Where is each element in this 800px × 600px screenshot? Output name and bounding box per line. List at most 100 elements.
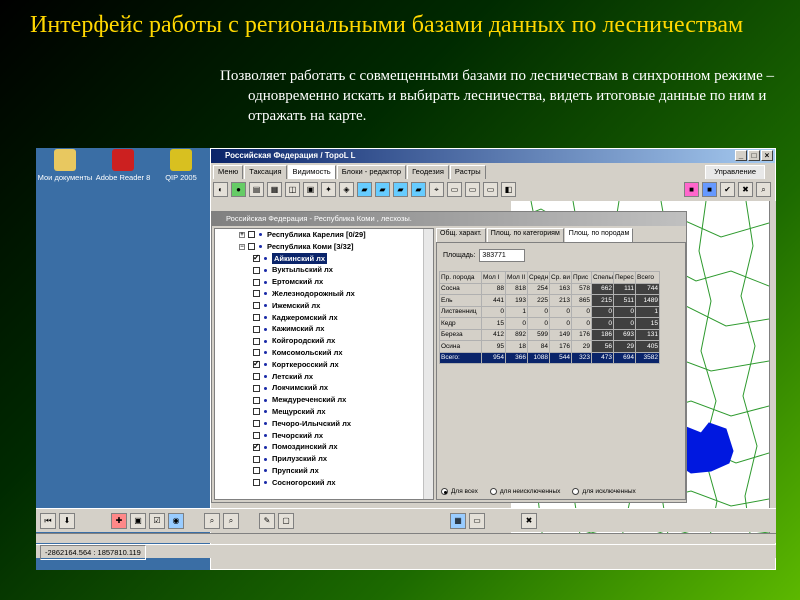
tool-icon[interactable]: ▤	[249, 181, 264, 197]
tree-item-checkbox[interactable]	[253, 467, 260, 475]
tool-icon[interactable]: ▢	[278, 512, 294, 529]
table-header[interactable]: Ср. ви	[549, 271, 572, 284]
tab-area-by-category[interactable]: Площ. по категориям	[486, 228, 564, 242]
minimize-button[interactable]: _	[735, 150, 747, 161]
tree-item[interactable]: Мещурский лх	[215, 406, 433, 418]
tree-item-checkbox[interactable]	[248, 231, 255, 239]
tool-icon[interactable]: ▭	[469, 512, 485, 529]
tool-icon[interactable]: ▦	[267, 181, 282, 197]
tree-item[interactable]: Ижемский лх	[215, 300, 433, 312]
tab-blocks-editor[interactable]: Блоки - редактор	[336, 165, 407, 179]
table-row[interactable]: Береза 412 892 599 149 176 186 693 131	[439, 328, 660, 341]
tree-item-checkbox[interactable]	[253, 479, 260, 487]
tool-icon[interactable]: ▭	[483, 181, 498, 197]
desktop-icon-adobe-reader[interactable]: Adobe Reader 8	[94, 148, 152, 198]
maximize-button[interactable]: □	[748, 150, 760, 161]
table-header[interactable]: Пр. порода	[439, 271, 482, 284]
tool-icon[interactable]: ◈	[339, 181, 354, 197]
forestry-tree[interactable]: + Республика Карелия [0/29] − Республика Ко…	[214, 228, 434, 500]
tree-item[interactable]: Локчимский лх	[215, 382, 433, 394]
table-row[interactable]: Сосна 88 818 254 163 578 662 111 744	[439, 282, 660, 295]
table-header[interactable]: Всего	[635, 271, 660, 284]
tree-item-checkbox[interactable]	[253, 420, 260, 428]
tree-item-checkbox[interactable]	[253, 325, 260, 333]
table-row[interactable]: Лиственниц 0 1 0 0 0 0 0 1	[439, 305, 660, 318]
tree-item-checkbox[interactable]	[253, 431, 260, 439]
tree-item-checkbox[interactable]	[253, 278, 260, 286]
tree-item[interactable]: Прупский лх	[215, 465, 433, 477]
tool-icon[interactable]: ▰	[375, 181, 390, 197]
table-header[interactable]: Перес	[613, 271, 636, 284]
tool-icon[interactable]: ◫	[285, 181, 300, 197]
tree-item[interactable]: Кажимский лх	[215, 323, 433, 335]
tree-item-checkbox[interactable]	[253, 290, 260, 298]
close-button[interactable]: ×	[761, 150, 773, 161]
tree-item[interactable]: Ертомский лх	[215, 276, 433, 288]
tool-icon[interactable]: ✦	[321, 181, 336, 197]
horizontal-scrollbar[interactable]	[36, 533, 776, 543]
tree-item[interactable]: Корткеросский лх	[215, 358, 433, 371]
tree-item[interactable]: Печоро-Илычский лх	[215, 418, 433, 430]
tree-item-checkbox[interactable]	[248, 243, 255, 251]
tool-icon[interactable]: ▰	[411, 181, 426, 197]
table-row[interactable]: Осина 95 18 84 176 29 56 29 405	[439, 340, 660, 353]
tool-icon[interactable]: ▣	[303, 181, 318, 197]
tool-icon[interactable]: ▭	[447, 181, 462, 197]
tree-item[interactable]: Прилузский лх	[215, 453, 433, 465]
tool-icon[interactable]: ■	[684, 181, 699, 197]
tool-icon[interactable]: ▭	[465, 181, 480, 197]
search-icon[interactable]: ⌕	[756, 181, 771, 197]
tree-item-checkbox[interactable]	[253, 349, 260, 357]
tree-item[interactable]: Сосногорский лх	[215, 477, 433, 489]
main-window-titlebar[interactable]: Российская Федерация / TopoL L _ □ ×	[211, 149, 775, 163]
tree-item-checkbox[interactable]	[253, 384, 260, 392]
expand-toggle-icon[interactable]: +	[239, 231, 245, 238]
zoom-icon[interactable]: ⌕	[204, 512, 220, 529]
forestry-window-titlebar[interactable]: Российская Федерация - Республика Коми ,…	[212, 212, 686, 226]
tree-item-checkbox[interactable]	[253, 441, 260, 453]
check-icon[interactable]: ✔	[720, 181, 735, 197]
radio-all[interactable]: Для всех	[441, 488, 478, 495]
tree-item[interactable]: Междуреченский лх	[215, 394, 433, 406]
tree-item-checkbox[interactable]	[253, 313, 260, 321]
tree-item[interactable]: − Республика Коми [3/32]	[215, 241, 433, 253]
tree-item-checkbox[interactable]	[253, 372, 260, 380]
close-icon[interactable]: ✖	[521, 512, 537, 529]
desktop-icon-my-documents[interactable]: Мои документы	[36, 148, 94, 198]
grid-icon[interactable]: ▦	[450, 512, 466, 529]
tree-item[interactable]: Комсомольский лх	[215, 347, 433, 359]
tab-area-by-species[interactable]: Площ. по породам	[564, 228, 634, 242]
globe-icon[interactable]: ◉	[168, 512, 184, 529]
tab-general[interactable]: Общ. характ.	[436, 228, 486, 242]
tree-item-checkbox[interactable]	[253, 408, 260, 416]
tree-item-checkbox[interactable]	[253, 396, 260, 404]
map-vertical-scrollbar[interactable]	[769, 201, 776, 541]
tree-item-checkbox[interactable]	[253, 252, 260, 264]
close-icon[interactable]: ✖	[738, 181, 753, 197]
table-row[interactable]: Ель 441 193 225 213 865 215 511 1489	[439, 294, 660, 307]
down-arrow-icon[interactable]: ⬇	[59, 512, 75, 529]
tool-icon[interactable]: ⌖	[429, 181, 444, 197]
first-record-icon[interactable]: ⏮	[40, 512, 56, 529]
check-icon[interactable]: ☑	[149, 512, 165, 529]
tab-management[interactable]: Управление	[705, 165, 765, 179]
tree-item-checkbox[interactable]	[253, 358, 260, 370]
tab-taxation[interactable]: Таксация	[244, 165, 287, 179]
tool-icon[interactable]: ✚	[111, 512, 127, 529]
table-row[interactable]: Всего: 954 366 1088 544 323 473 694 3582	[439, 351, 660, 364]
expand-toggle-icon[interactable]: −	[239, 243, 245, 250]
tree-item[interactable]: Айкинский лх	[215, 252, 433, 265]
tree-item[interactable]: Вуктыльский лх	[215, 264, 433, 276]
tree-item[interactable]: Летский лх	[215, 371, 433, 383]
table-header[interactable]: Мол I	[481, 271, 506, 284]
tree-item-checkbox[interactable]	[253, 302, 260, 310]
radio-not-excluded[interactable]: для неисключенных	[489, 488, 560, 495]
tree-item[interactable]: Помоздинский лх	[215, 441, 433, 453]
tab-visibility[interactable]: Видимость	[287, 165, 336, 179]
tree-item-checkbox[interactable]	[253, 455, 260, 463]
tree-item[interactable]: + Республика Карелия [0/29]	[215, 229, 433, 241]
tool-icon[interactable]: ■	[702, 181, 717, 197]
pencil-icon[interactable]: ✎	[259, 512, 275, 529]
table-row[interactable]: Кедр 15 0 0 0 0 0 0 15	[439, 317, 660, 330]
tree-item[interactable]: Железнодорожный лх	[215, 288, 433, 300]
